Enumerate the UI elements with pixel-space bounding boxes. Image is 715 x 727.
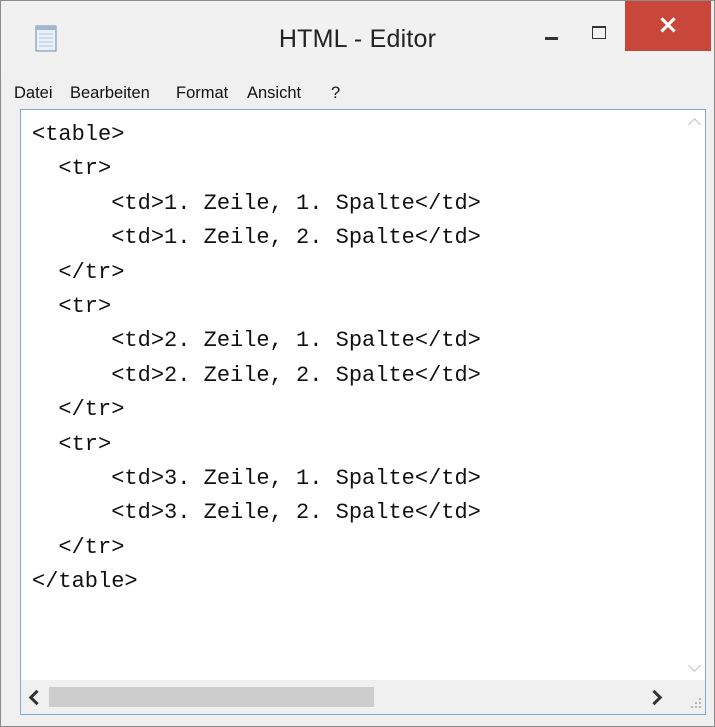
code-line: <td>2. Zeile, 2. Spalte</td> (32, 362, 481, 388)
vertical-scrollbar[interactable] (684, 110, 705, 680)
text-editor-area[interactable]: <table> <tr> <td>1. Zeile, 1. Spalte</td… (20, 109, 706, 715)
code-line: <td>1. Zeile, 2. Spalte</td> (32, 225, 481, 251)
close-button[interactable]: × (625, 1, 711, 51)
menu-bar: Datei Bearbeiten Format Ansicht ? (1, 79, 714, 109)
horizontal-scrollbar[interactable] (21, 680, 705, 714)
scroll-up-icon[interactable] (688, 118, 701, 131)
maximize-button[interactable] (578, 15, 622, 55)
code-line: </tr> (32, 397, 125, 423)
code-line: <td>3. Zeile, 2. Spalte</td> (32, 500, 481, 526)
code-line: <td>1. Zeile, 1. Spalte</td> (32, 190, 481, 216)
code-line: <tr> (32, 156, 112, 182)
code-line: </tr> (32, 259, 125, 285)
code-line: </table> (32, 569, 138, 595)
code-line: <table> (32, 122, 125, 147)
code-line: <tr> (32, 293, 112, 319)
editor-content[interactable]: <table> <tr> <td>1. Zeile, 1. Spalte</td… (32, 118, 481, 599)
close-icon: × (657, 10, 679, 40)
resize-grip-icon[interactable] (684, 680, 705, 714)
menu-datei[interactable]: Datei (14, 84, 53, 103)
horizontal-scroll-thumb[interactable] (49, 687, 374, 707)
scroll-right-icon[interactable] (646, 689, 663, 706)
menu-help[interactable]: ? (331, 84, 340, 103)
notepad-window: HTML - Editor × Datei Bearbeiten Format … (0, 0, 715, 727)
minimize-button[interactable] (529, 15, 573, 55)
title-bar[interactable]: HTML - Editor × (1, 1, 714, 79)
code-line: <tr> (32, 431, 112, 457)
menu-format[interactable]: Format (176, 84, 228, 103)
scroll-left-icon[interactable] (28, 689, 45, 706)
code-line: </tr> (32, 534, 125, 560)
code-line: <td>2. Zeile, 1. Spalte</td> (32, 328, 481, 354)
menu-bearbeiten[interactable]: Bearbeiten (70, 84, 150, 103)
code-line: <td>3. Zeile, 1. Spalte</td> (32, 465, 481, 491)
scroll-down-icon[interactable] (688, 659, 701, 672)
menu-ansicht[interactable]: Ansicht (247, 84, 301, 103)
